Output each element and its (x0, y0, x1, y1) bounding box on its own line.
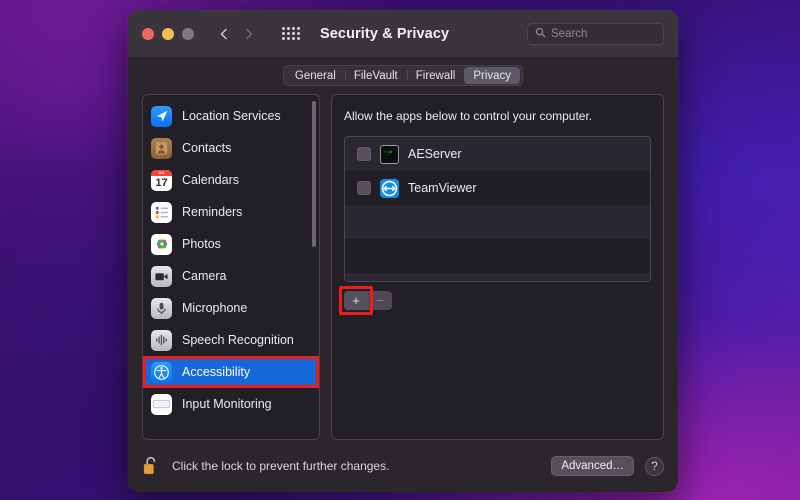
reminders-icon (151, 201, 172, 223)
teamviewer-icon (380, 178, 399, 198)
sidebar-item-label: Camera (182, 269, 227, 283)
page-title: Security & Privacy (320, 25, 450, 42)
sidebar-item-label: Accessibility (182, 365, 251, 379)
sidebar-item-label: Calendars (182, 173, 239, 187)
remove-app-button[interactable]: − (368, 291, 392, 310)
sidebar-item-label: Location Services (182, 109, 281, 123)
sidebar-item-label: Speech Recognition (182, 333, 294, 347)
accessibility-settings-pane: Allow the apps below to control your com… (331, 94, 664, 440)
privacy-category-sidebar[interactable]: Location Services Contacts JUL 17 Calend… (142, 94, 320, 440)
advanced-button[interactable]: Advanced… (551, 456, 634, 476)
speech-recognition-icon (151, 329, 172, 351)
microphone-icon (151, 297, 172, 319)
sidebar-item-label: Contacts (182, 141, 232, 155)
table-row[interactable]: >_$# AEServer (345, 137, 650, 171)
show-all-grid-icon[interactable] (282, 27, 300, 40)
sidebar-item-reminders[interactable]: Reminders (143, 196, 319, 228)
accessibility-icon (151, 361, 172, 383)
forward-chevron-icon[interactable] (243, 28, 255, 40)
close-window-button[interactable] (142, 27, 154, 40)
security-privacy-window: Security & Privacy Search General FileVa… (128, 10, 678, 492)
traffic-light-buttons (142, 27, 194, 40)
window-footer: Click the lock to prevent further change… (128, 440, 678, 492)
tab-filevault[interactable]: FileVault (344, 67, 407, 84)
unlocked-padlock-icon[interactable] (142, 455, 161, 477)
allowed-apps-list[interactable]: >_$# AEServer TeamViewer (344, 136, 651, 282)
zoom-window-button[interactable] (182, 27, 194, 40)
photos-icon (151, 233, 172, 255)
help-button[interactable]: ? (645, 456, 664, 476)
sidebar-item-calendars[interactable]: JUL 17 Calendars (143, 164, 319, 196)
svg-text:>_$#: >_$# (384, 150, 393, 154)
aeserver-icon: >_$# (380, 144, 399, 164)
minimize-window-button[interactable] (162, 27, 174, 40)
sidebar-item-label: Photos (182, 237, 221, 251)
table-row-empty (345, 205, 650, 239)
add-app-button[interactable]: + (344, 291, 368, 310)
sidebar-item-accessibility[interactable]: Accessibility (143, 356, 319, 388)
table-row-empty (345, 239, 650, 273)
tab-firewall[interactable]: Firewall (406, 67, 465, 84)
sidebar-item-label: Reminders (182, 205, 243, 219)
window-titlebar: Security & Privacy Search (128, 10, 678, 57)
sidebar-item-microphone[interactable]: Microphone (143, 292, 319, 324)
contacts-icon (151, 137, 172, 159)
calendars-icon: JUL 17 (151, 169, 172, 191)
content-area: Location Services Contacts JUL 17 Calend… (128, 94, 678, 440)
sidebar-item-photos[interactable]: Photos (143, 228, 319, 260)
sidebar-item-label: Input Monitoring (182, 397, 272, 411)
camera-icon (151, 265, 172, 287)
app-name: AEServer (408, 147, 462, 161)
sidebar-item-input-monitoring[interactable]: Input Monitoring (143, 388, 319, 420)
add-remove-app-controls: + − (339, 286, 392, 315)
sidebar-item-speech-recognition[interactable]: Speech Recognition (143, 324, 319, 356)
search-placeholder: Search (551, 27, 588, 40)
tab-bar: General FileVault Firewall Privacy (128, 57, 678, 94)
location-services-icon (151, 105, 172, 127)
search-icon (535, 25, 546, 43)
table-row-empty (345, 273, 650, 281)
sidebar-item-label: Microphone (182, 301, 248, 315)
tab-privacy[interactable]: Privacy (464, 67, 521, 84)
navigation-buttons (218, 28, 255, 40)
sidebar-scrollbar[interactable] (312, 101, 316, 247)
sidebar-item-contacts[interactable]: Contacts (143, 132, 319, 164)
allow-apps-description: Allow the apps below to control your com… (344, 109, 593, 123)
search-field[interactable]: Search (527, 22, 664, 45)
input-monitoring-icon (151, 393, 172, 415)
sidebar-item-location-services[interactable]: Location Services (143, 100, 319, 132)
app-checkbox[interactable] (357, 147, 371, 161)
calendar-day-label: 17 (155, 176, 168, 189)
table-row[interactable]: TeamViewer (345, 171, 650, 205)
app-name: TeamViewer (408, 181, 477, 195)
sidebar-item-camera[interactable]: Camera (143, 260, 319, 292)
tab-general[interactable]: General (286, 67, 345, 84)
app-checkbox[interactable] (357, 181, 371, 195)
back-chevron-icon[interactable] (218, 28, 230, 40)
sidebar-bottom-fade (143, 425, 319, 439)
lock-status-text: Click the lock to prevent further change… (172, 459, 390, 473)
